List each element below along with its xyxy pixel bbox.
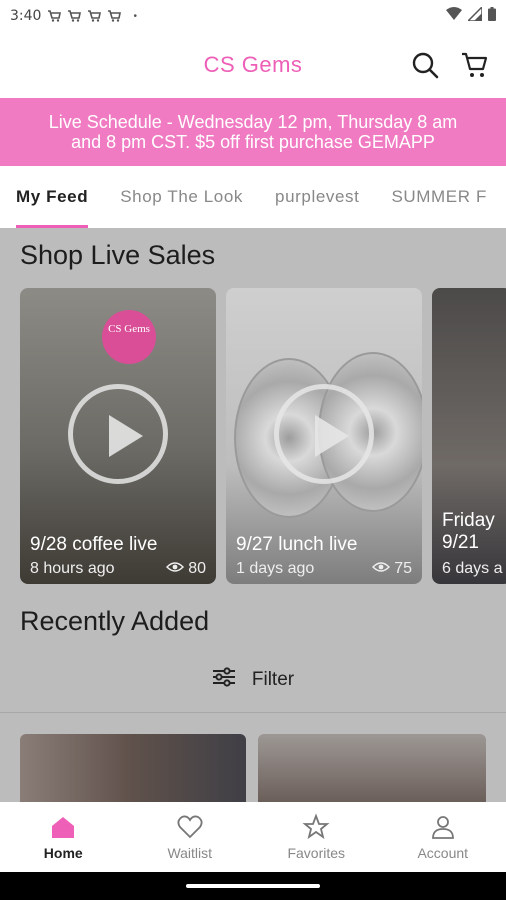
live-card-title: Friday 9/21	[442, 510, 495, 553]
live-card-time: 8 hours ago	[30, 560, 115, 577]
status-bar: 3:40 •	[0, 0, 506, 32]
nav-home[interactable]: Home	[0, 802, 127, 872]
banner-line-1: Live Schedule - Wednesday 12 pm, Thursda…	[48, 112, 458, 132]
live-card[interactable]: CS Gems 9/28 coffee live 8 hours ago 80	[20, 288, 216, 584]
recent-products-row[interactable]	[20, 734, 486, 802]
battery-icon	[488, 7, 496, 25]
live-card-title: 9/28 coffee live	[30, 534, 158, 555]
product-card[interactable]	[258, 734, 486, 802]
eye-icon	[372, 560, 391, 578]
logo-badge: CS Gems	[102, 310, 156, 364]
tab-purplevest[interactable]: purplevest	[275, 166, 359, 228]
tab-my-feed[interactable]: My Feed	[16, 166, 89, 228]
live-card[interactable]: Friday 9/21 6 days a	[432, 288, 506, 584]
nav-home-label: Home	[43, 845, 83, 861]
heart-icon	[177, 815, 203, 839]
star-icon	[302, 813, 330, 840]
cart-icon	[67, 10, 82, 22]
home-gesture-pill[interactable]	[186, 884, 320, 888]
tab-summer[interactable]: SUMMER F	[391, 166, 486, 228]
section-title-live-sales: Shop Live Sales	[20, 240, 216, 270]
live-card[interactable]: 9/27 lunch live 1 days ago 75	[226, 288, 422, 584]
nav-favorites[interactable]: Favorites	[253, 802, 380, 872]
logo-text: CS Gems	[108, 323, 150, 335]
nav-favorites-label: Favorites	[287, 845, 346, 861]
divider	[0, 712, 506, 713]
banner-line-2: and 8 pm CST. $5 off first purchase GEMA…	[71, 132, 435, 152]
home-icon	[52, 817, 75, 838]
product-card[interactable]	[20, 734, 246, 802]
live-card-views: 75	[372, 560, 412, 578]
filter-icon	[212, 667, 236, 693]
cart-icon	[47, 10, 62, 22]
nav-waitlist-label: Waitlist	[167, 845, 213, 861]
section-title-recently-added: Recently Added	[20, 606, 210, 636]
cart-icon	[87, 10, 102, 22]
eye-icon	[166, 560, 185, 578]
live-card-time: 1 days ago	[236, 560, 315, 577]
live-card-time: 6 days a	[442, 560, 503, 577]
live-sales-row[interactable]: CS Gems 9/28 coffee live 8 hours ago 80 …	[20, 288, 506, 584]
promo-banner[interactable]: Live Schedule - Wednesday 12 pm, Thursda…	[0, 98, 506, 166]
signal-icon	[466, 5, 483, 25]
views-count: 80	[188, 560, 206, 577]
cart-icon	[107, 10, 122, 22]
views-count: 75	[394, 560, 412, 577]
filter-label: Filter	[251, 669, 295, 690]
play-icon[interactable]	[68, 384, 168, 484]
nav-account-label: Account	[417, 845, 469, 861]
status-left: 3:40 •	[10, 8, 137, 24]
notification-dot: •	[133, 10, 137, 22]
nav-account[interactable]: Account	[380, 802, 506, 872]
system-nav-bar	[0, 872, 506, 900]
nav-waitlist[interactable]: Waitlist	[127, 802, 254, 872]
search-icon[interactable]	[410, 50, 440, 80]
bottom-nav: Home Waitlist Favorites Account	[0, 802, 506, 872]
live-card-views: 80	[166, 560, 206, 578]
app-header: CS Gems	[0, 32, 506, 98]
account-icon	[431, 816, 454, 839]
status-time: 3:40	[10, 8, 42, 24]
category-tabs: My Feed Shop The Look purplevest SUMMER …	[0, 166, 506, 228]
play-icon[interactable]	[274, 384, 374, 484]
status-right	[446, 5, 496, 25]
cart-icon[interactable]	[460, 50, 490, 80]
tab-shop-the-look[interactable]: Shop The Look	[120, 166, 243, 228]
filter-button[interactable]: Filter	[0, 660, 506, 700]
live-card-title: 9/27 lunch live	[236, 534, 358, 555]
feed-content[interactable]: Shop Live Sales CS Gems 9/28 coffee live…	[0, 228, 506, 802]
wifi-icon	[446, 7, 462, 25]
app-title: CS Gems	[203, 52, 303, 77]
